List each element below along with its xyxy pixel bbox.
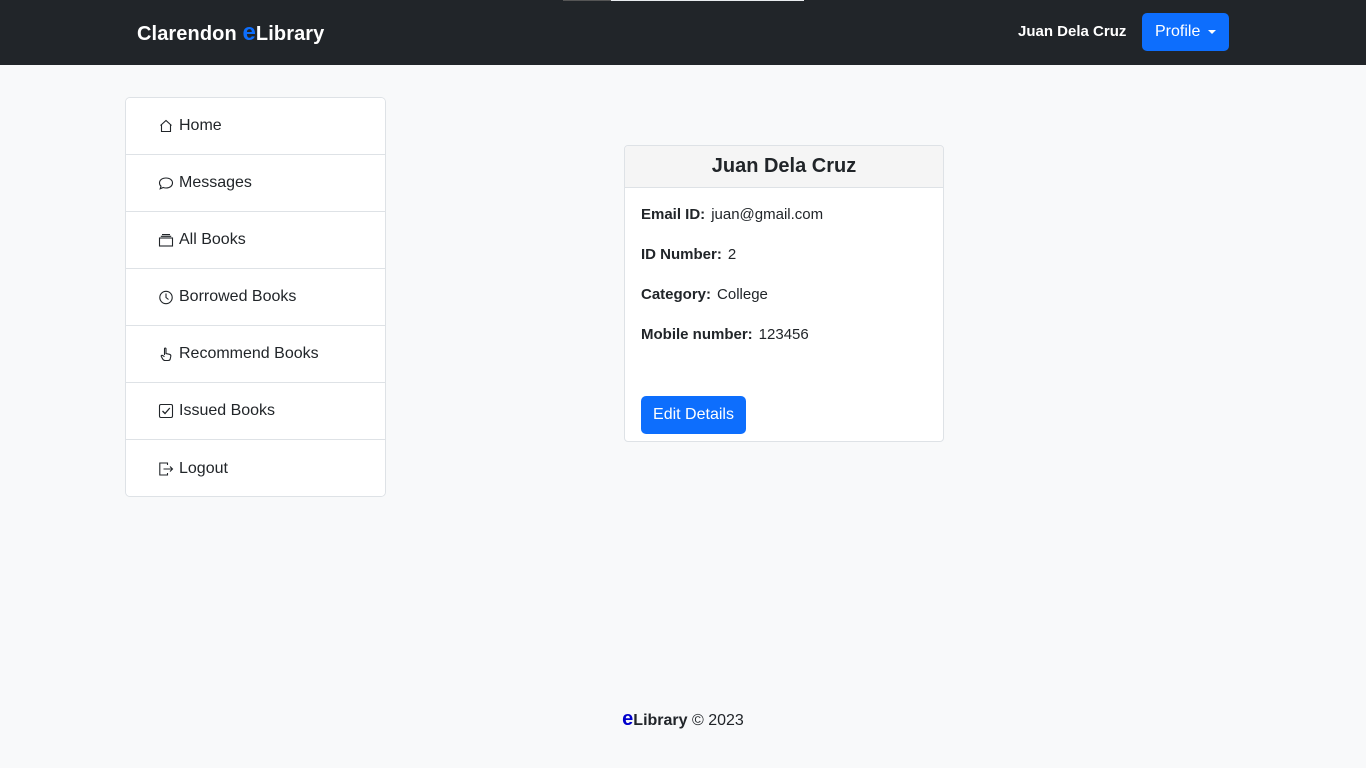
sidebar-item-label: All Books	[179, 231, 246, 248]
house-icon	[158, 118, 174, 134]
hand-pointer-icon	[158, 346, 174, 362]
email-field: Email ID: juan@gmail.com	[641, 206, 927, 225]
edit-details-button[interactable]: Edit Details	[641, 396, 746, 434]
sidebar-item-label: Issued Books	[179, 402, 276, 419]
profile-button-label: Profile	[1155, 23, 1201, 40]
logout-icon	[158, 461, 174, 477]
footer-copyright: © 2023	[687, 712, 744, 729]
chat-bubble-icon	[158, 175, 174, 191]
profile-card-title: Juan Dela Cruz	[625, 146, 943, 188]
sidebar-item-issued-books[interactable]: Issued Books	[126, 383, 385, 440]
sidebar: Home Messages All Books Borrowed Books R…	[125, 97, 386, 497]
field-label: ID Number:	[641, 246, 722, 263]
field-label: Mobile number:	[641, 326, 753, 343]
sidebar-item-logout[interactable]: Logout	[126, 440, 385, 496]
sidebar-item-label: Messages	[179, 174, 252, 191]
sidebar-item-borrowed-books[interactable]: Borrowed Books	[126, 269, 385, 326]
sidebar-item-all-books[interactable]: All Books	[126, 212, 385, 269]
caret-down-icon	[1208, 30, 1217, 34]
brand-e: e	[242, 19, 256, 46]
sidebar-item-home[interactable]: Home	[126, 98, 385, 155]
field-value: College	[717, 286, 768, 303]
footer: eLibrary © 2023	[0, 708, 1366, 731]
field-value: juan@gmail.com	[711, 206, 824, 223]
sidebar-item-messages[interactable]: Messages	[126, 155, 385, 212]
footer-logo-library: Library	[633, 712, 688, 729]
brand-prefix: Clarendon	[137, 23, 243, 45]
sidebar-item-label: Home	[179, 117, 222, 134]
field-label: Category:	[641, 286, 712, 303]
books-stack-icon	[158, 232, 174, 248]
navbar: Clarendon eLibrary Juan Dela Cruz Profil…	[0, 0, 1366, 65]
field-value: 2	[727, 246, 737, 263]
sidebar-item-recommend-books[interactable]: Recommend Books	[126, 326, 385, 383]
top-loading-line	[563, 0, 804, 1]
brand-suffix: Library	[255, 23, 325, 45]
field-value: 123456	[758, 326, 809, 343]
mobile-number-field: Mobile number: 123456	[641, 326, 927, 345]
profile-card-body: Email ID: juan@gmail.com ID Number: 2 Cate…	[625, 188, 943, 434]
field-label: Email ID:	[641, 206, 706, 223]
clock-icon	[158, 289, 174, 305]
profile-dropdown-button[interactable]: Profile	[1142, 13, 1229, 51]
footer-logo-e: e	[622, 708, 634, 730]
profile-card: Juan Dela Cruz Email ID: juan@gmail.com I…	[624, 145, 944, 442]
category-field: Category: College	[641, 286, 927, 305]
id-number-field: ID Number: 2	[641, 246, 927, 265]
brand-logo[interactable]: Clarendon eLibrary	[137, 19, 324, 47]
check-square-icon	[158, 403, 174, 419]
sidebar-item-label: Recommend Books	[179, 345, 319, 362]
sidebar-item-label: Logout	[179, 459, 228, 477]
sidebar-item-label: Borrowed Books	[179, 288, 297, 305]
nav-user-name: Juan Dela Cruz	[1018, 23, 1127, 40]
